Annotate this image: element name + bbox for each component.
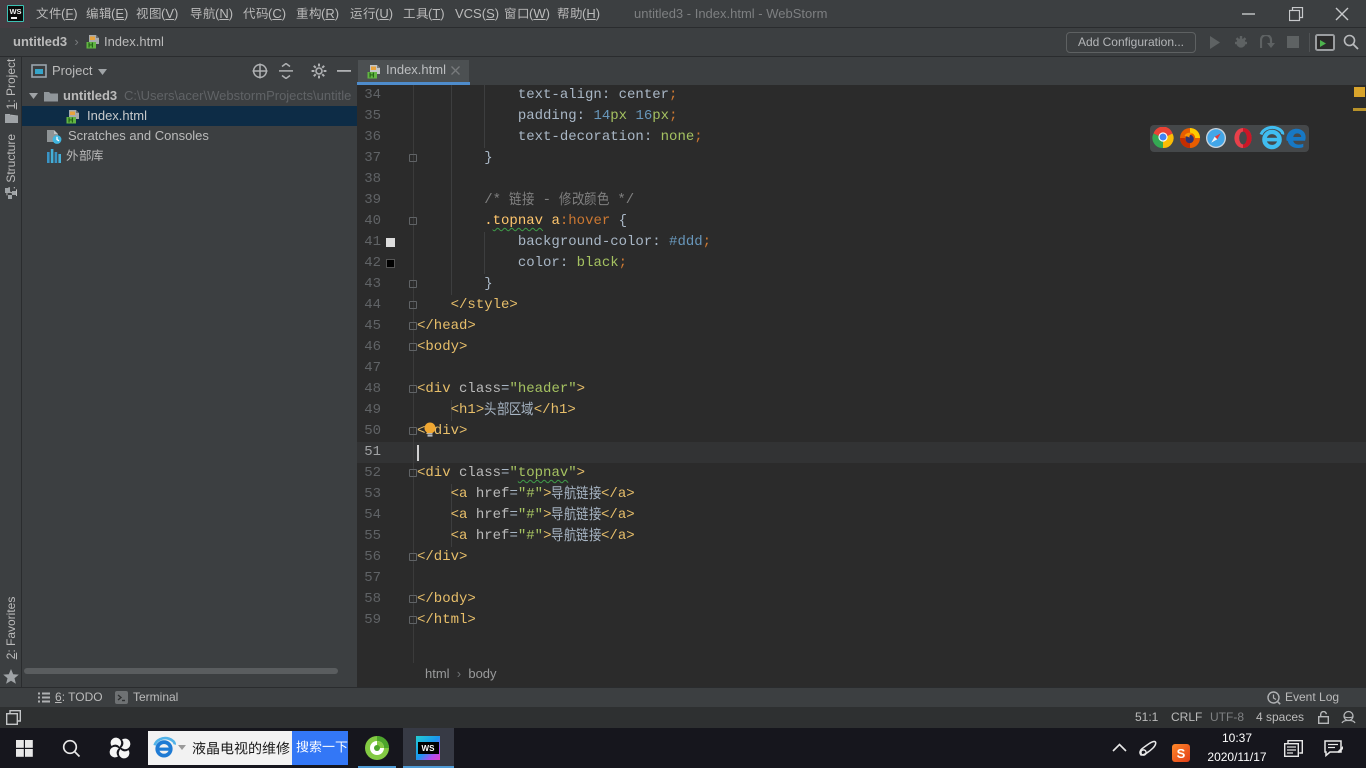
svg-text:H: H [68,116,73,124]
svg-text:H: H [88,41,93,49]
svg-text:H: H [369,71,374,79]
